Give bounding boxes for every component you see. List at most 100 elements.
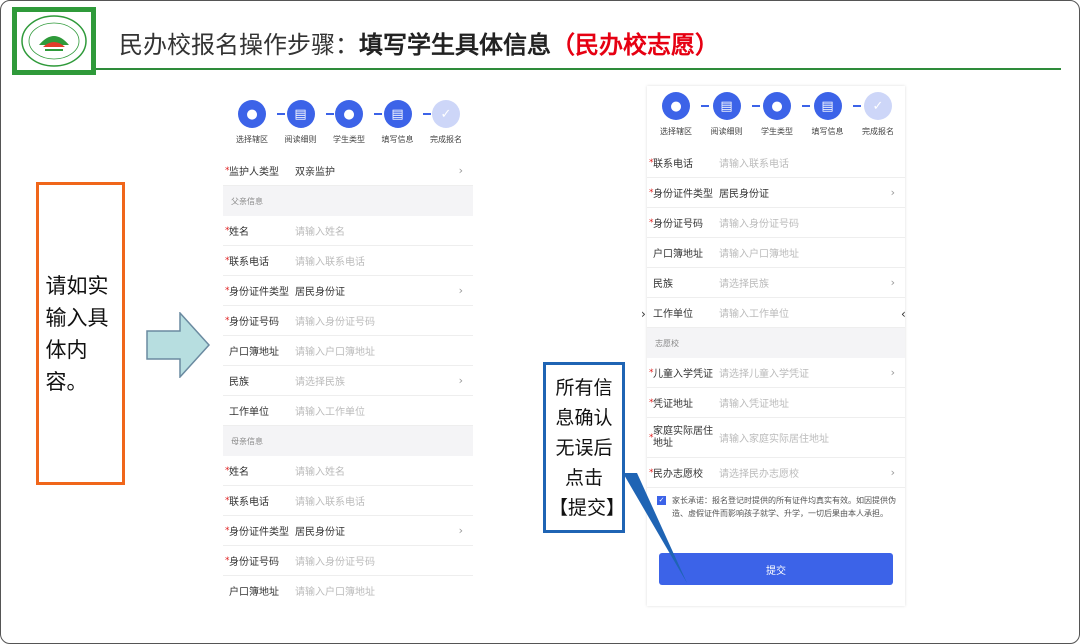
field-label: 工作单位: [229, 407, 269, 418]
field-label: 民族: [653, 279, 673, 290]
form-row[interactable]: * 儿童入学凭证 请选择儿童入学凭证 ›: [647, 358, 905, 388]
field-value[interactable]: 居民身份证: [719, 185, 905, 200]
field-label: 户口簿地址: [653, 249, 703, 260]
field-placeholder[interactable]: 请输入姓名: [295, 223, 473, 238]
step-4: ▤ 填写信息: [805, 92, 861, 137]
chevron-right-icon: ›: [890, 466, 895, 479]
field-placeholder[interactable]: 请选择民族: [719, 275, 905, 290]
section-header-wish-school: 志愿校: [647, 328, 905, 358]
field-label: 工作单位: [653, 309, 693, 320]
step-2: ▤ 阅读细则: [278, 100, 334, 145]
document-icon: ▤: [712, 92, 741, 120]
field-placeholder[interactable]: 请输入身份证号码: [719, 215, 905, 230]
step-label: 阅读细则: [710, 127, 743, 136]
field-placeholder[interactable]: 请输入联系电话: [719, 155, 905, 170]
field-placeholder[interactable]: 请输入身份证号码: [295, 313, 473, 328]
form-row[interactable]: 民族 请选择民族 ›: [647, 268, 905, 298]
form-row[interactable]: * 姓名 请输入姓名: [223, 456, 473, 486]
page-title: 民办校报名操作步骤：填写学生具体信息（民办校志愿）: [119, 31, 719, 59]
step-label: 完成报名: [862, 127, 894, 136]
step-label: 填写信息: [381, 135, 414, 144]
form-row[interactable]: * 联系电话 请输入联系电话: [223, 246, 473, 276]
form-row[interactable]: * 身份证件类型 居民身份证 ›: [223, 516, 473, 546]
field-label: 户口簿地址: [229, 347, 279, 358]
step-label: 选择辖区: [660, 127, 692, 136]
step-label: 阅读细则: [284, 135, 317, 144]
form-row[interactable]: 户口簿地址 请输入户口簿地址: [223, 336, 473, 366]
field-placeholder[interactable]: 请输入家庭实际居住地址: [719, 430, 905, 445]
guardian-type-select[interactable]: * 监护人类型 双亲监护 ›: [223, 156, 473, 186]
step-1: ● 选择辖区: [653, 92, 709, 137]
location-icon: ●: [662, 92, 690, 120]
field-placeholder[interactable]: 请输入户口簿地址: [719, 245, 905, 260]
form-row[interactable]: * 联系电话 请输入联系电话: [647, 148, 905, 178]
form-row[interactable]: * 联系电话 请输入联系电话: [223, 486, 473, 516]
chevron-right-icon: ›: [890, 366, 895, 379]
field-label: 联系电话: [229, 497, 269, 508]
field-placeholder[interactable]: 请输入户口簿地址: [295, 343, 473, 358]
form-row[interactable]: * 身份证号码 请输入身份证号码: [223, 546, 473, 576]
slide: 民办校报名操作步骤：填写学生具体信息（民办校志愿） 请如实输入具体内容。 ● 选择…: [0, 0, 1080, 644]
title-divider: [96, 68, 1061, 70]
form-row[interactable]: * 身份证件类型 居民身份证 ›: [647, 178, 905, 208]
step-4: ▤ 填写信息: [375, 100, 431, 145]
step-label: 学生类型: [333, 135, 365, 144]
field-placeholder[interactable]: 请选择儿童入学凭证: [719, 365, 905, 380]
form-row[interactable]: * 身份证号码 请输入身份证号码: [223, 306, 473, 336]
field-label: 凭证地址: [653, 399, 693, 410]
form-row[interactable]: * 姓名 请输入姓名: [223, 216, 473, 246]
field-placeholder[interactable]: 请输入工作单位: [719, 305, 905, 320]
step-3: ● 学生类型: [326, 100, 382, 145]
field-placeholder[interactable]: 请输入联系电话: [295, 253, 473, 268]
field-value[interactable]: 居民身份证: [295, 523, 473, 538]
form-row[interactable]: * 身份证号码 请输入身份证号码: [647, 208, 905, 238]
submit-button[interactable]: 提交: [659, 553, 893, 585]
user-icon: ●: [763, 92, 791, 120]
form-row[interactable]: 工作单位 请输入工作单位: [647, 298, 905, 328]
field-label: 身份证件类型: [229, 527, 289, 538]
field-placeholder[interactable]: 请输入凭证地址: [719, 395, 905, 410]
step-5: ✓ 完成报名: [423, 100, 469, 145]
callout-pointer-icon: [623, 473, 687, 583]
form-icon: ▤: [813, 92, 842, 120]
form-icon: ▤: [383, 100, 412, 128]
chevron-right-icon: ›: [458, 284, 463, 297]
field-placeholder[interactable]: 请输入姓名: [295, 463, 473, 478]
form-row[interactable]: 民族 请选择民族 ›: [223, 366, 473, 396]
field-label: 联系电话: [653, 159, 693, 170]
step-label: 选择辖区: [236, 135, 268, 144]
field-label: 姓名: [229, 227, 249, 238]
form-screen-parent-info: ● 选择辖区 ▤ 阅读细则 ● 学生类型 ▤ 填写信息 ✓ 完成报名 * 监护人类型 双亲监护 › 父亲…: [223, 94, 473, 604]
field-label: 身份证件类型: [653, 189, 713, 200]
field-placeholder[interactable]: 请选择民族: [295, 373, 473, 388]
form-row[interactable]: * 家庭实际居住地址 请输入家庭实际居住地址: [647, 418, 905, 458]
field-placeholder[interactable]: 请输入工作单位: [295, 403, 473, 418]
school-logo-icon: [21, 15, 87, 67]
step-label: 学生类型: [761, 127, 793, 136]
form-row[interactable]: * 身份证件类型 居民身份证 ›: [223, 276, 473, 306]
user-icon: ●: [335, 100, 363, 128]
field-label: 姓名: [229, 467, 249, 478]
step-progress: ● 选择辖区 ▤ 阅读细则 ● 学生类型 ▤ 填写信息 ✓ 完成报名: [223, 94, 473, 156]
field-placeholder[interactable]: 请输入户口簿地址: [295, 583, 473, 598]
field-placeholder[interactable]: 请选择民办志愿校: [719, 465, 905, 480]
instruction-callout-right: 所有信息确认无误后点击【提交】: [543, 362, 625, 533]
field-value[interactable]: 居民身份证: [295, 283, 473, 298]
step-5: ✓ 完成报名: [855, 92, 901, 137]
chevron-right-icon: ›: [458, 164, 463, 177]
form-row[interactable]: 户口簿地址 请输入户口簿地址: [223, 576, 473, 604]
field-placeholder[interactable]: 请输入联系电话: [295, 493, 473, 508]
chevron-right-icon: ›: [458, 524, 463, 537]
chevron-right-icon: ›: [890, 186, 895, 199]
check-icon: ✓: [864, 92, 892, 120]
check-icon: ✓: [432, 100, 460, 128]
field-label: 户口簿地址: [229, 587, 279, 598]
field-label: 民族: [229, 377, 249, 388]
form-row[interactable]: * 凭证地址 请输入凭证地址: [647, 388, 905, 418]
form-row[interactable]: 工作单位 请输入工作单位: [223, 396, 473, 426]
step-3: ● 学生类型: [754, 92, 810, 137]
form-row[interactable]: 户口簿地址 请输入户口簿地址: [647, 238, 905, 268]
right-edge-mark: ‹: [901, 307, 906, 321]
field-placeholder[interactable]: 请输入身份证号码: [295, 553, 473, 568]
field-label: 儿童入学凭证: [653, 369, 713, 380]
